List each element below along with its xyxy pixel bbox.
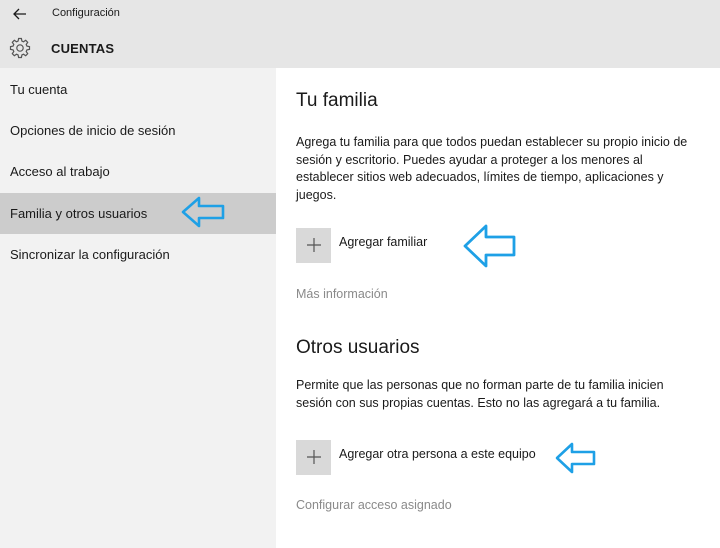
sidebar: Tu cuenta Opciones de inicio de sesión A…	[0, 68, 276, 548]
family-heading: Tu familia	[296, 90, 378, 111]
other-users-heading: Otros usuarios	[296, 337, 420, 358]
sidebar-item-tu-cuenta[interactable]: Tu cuenta	[0, 69, 276, 110]
gear-icon	[9, 37, 31, 59]
add-family-plus-tile	[296, 227, 331, 263]
add-family-member-button[interactable]: Agregar familiar	[296, 227, 427, 263]
back-button[interactable]	[0, 0, 40, 28]
annotation-arrow-icon	[555, 442, 596, 474]
sidebar-item-label: Tu cuenta	[10, 82, 68, 97]
family-description: Agrega tu familia para que todos puedan …	[296, 135, 688, 202]
other-users-description: Permite que las personas que no forman p…	[296, 378, 664, 410]
sidebar-item-label: Sincronizar la configuración	[10, 247, 170, 262]
sidebar-item-opciones-inicio-sesion[interactable]: Opciones de inicio de sesión	[0, 110, 276, 151]
plus-icon	[306, 450, 321, 464]
settings-header: CUENTAS	[0, 28, 720, 68]
sidebar-item-familia-otros-usuarios[interactable]: Familia y otros usuarios	[0, 193, 276, 234]
title-bar: Configuración	[0, 0, 720, 28]
back-arrow-icon	[13, 8, 26, 20]
more-info-link[interactable]: Más información	[296, 287, 388, 301]
add-other-plus-tile	[296, 439, 331, 475]
main-content: Tu familia Agrega tu familia para que to…	[276, 68, 720, 548]
add-other-person-button[interactable]: Agregar otra persona a este equipo	[296, 439, 536, 475]
window-title: Configuración	[52, 7, 120, 19]
plus-icon	[306, 238, 321, 252]
sidebar-item-label: Acceso al trabajo	[10, 164, 110, 179]
sidebar-item-label: Opciones de inicio de sesión	[10, 123, 176, 138]
annotation-arrow-icon	[181, 196, 225, 228]
sidebar-item-acceso-trabajo[interactable]: Acceso al trabajo	[0, 151, 276, 192]
annotation-arrow-icon	[463, 224, 516, 268]
assigned-access-link[interactable]: Configurar acceso asignado	[296, 498, 452, 512]
sidebar-item-sincronizar-configuracion[interactable]: Sincronizar la configuración	[0, 234, 276, 275]
sidebar-item-label: Familia y otros usuarios	[10, 206, 148, 221]
add-family-label: Agregar familiar	[339, 234, 428, 249]
add-other-label: Agregar otra persona a este equipo	[339, 446, 536, 461]
page-title: CUENTAS	[51, 41, 115, 56]
